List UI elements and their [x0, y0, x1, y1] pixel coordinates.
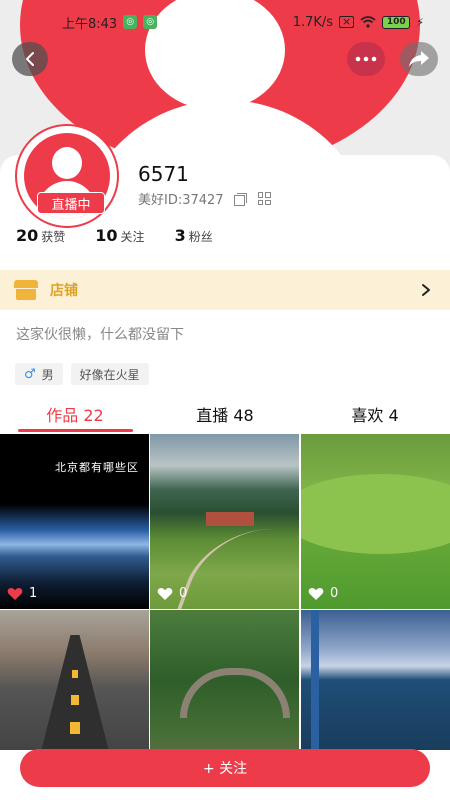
follow-button[interactable]: + 关注 — [20, 749, 430, 787]
tab-likes[interactable]: 喜欢 4 — [300, 398, 450, 434]
bio-text: 这家伙很懒，什么都没留下 — [16, 327, 184, 343]
app-notification-icon: ◎ — [123, 15, 138, 29]
like-count: 1 — [7, 586, 37, 601]
work-thumbnail[interactable]: 0 — [301, 434, 450, 609]
shop-icon — [14, 280, 38, 300]
gender-tag: ♂ 男 — [15, 363, 63, 385]
work-thumbnail[interactable]: 0 — [150, 434, 299, 609]
heart-icon — [7, 587, 23, 600]
stat-label: 获赞 — [41, 230, 66, 244]
more-options-button[interactable] — [347, 42, 385, 76]
tab-live[interactable]: 直播 48 — [150, 398, 300, 434]
heart-icon — [308, 587, 324, 600]
app-notification-icon: ◎ — [143, 15, 158, 29]
user-id-row: 美好ID:37427 — [138, 189, 271, 208]
male-icon: ♂ — [24, 366, 36, 382]
like-count: 0 — [308, 586, 338, 601]
content-tabs: 作品 22 直播 48 喜欢 4 — [0, 398, 450, 434]
likes-stat[interactable]: 20 获赞 — [16, 226, 65, 245]
work-thumbnail[interactable] — [0, 610, 149, 750]
location-tag: 好像在火星 — [70, 363, 149, 385]
network-speed: 1.7K/s — [292, 14, 334, 30]
wifi-icon — [360, 16, 376, 28]
shop-label: 店铺 — [50, 283, 78, 299]
share-icon — [409, 51, 429, 67]
sim-icon: × — [339, 16, 355, 28]
heart-icon — [157, 587, 173, 600]
profile-stats: 20 获赞 10 关注 3 粉丝 — [16, 226, 213, 245]
stat-number: 20 — [16, 226, 39, 245]
charging-icon: ⚡ — [416, 15, 424, 29]
like-number: 0 — [179, 586, 188, 601]
avatar[interactable]: 直播中 — [15, 124, 127, 228]
back-button[interactable] — [12, 42, 48, 76]
work-thumbnail[interactable]: 北京都有哪些区 1 — [0, 434, 149, 609]
works-grid: 北京都有哪些区 1 0 0 — [0, 434, 450, 750]
chevron-left-icon — [26, 52, 34, 66]
qr-code-icon[interactable] — [257, 192, 271, 205]
status-bar: 上午8:43 ◎ ◎ 1.7K/s × 100 ⚡ — [0, 0, 450, 44]
work-thumbnail[interactable] — [150, 610, 299, 750]
tag-label: 好像在火星 — [79, 367, 140, 382]
work-thumbnail[interactable] — [301, 610, 450, 750]
more-dots-icon — [355, 56, 377, 62]
tag-label: 男 — [41, 367, 54, 382]
like-count: 0 — [157, 586, 187, 601]
like-number: 1 — [29, 586, 38, 601]
profile-tags: ♂ 男 好像在火星 — [15, 363, 149, 385]
status-time: 上午8:43 — [62, 16, 118, 32]
copy-icon[interactable] — [233, 192, 248, 206]
like-number: 0 — [330, 586, 339, 601]
stat-number: 3 — [174, 226, 186, 245]
stat-label: 粉丝 — [188, 230, 213, 244]
thumbnail-caption: 北京都有哪些区 — [55, 461, 139, 474]
chevron-right-icon — [416, 280, 436, 300]
share-button[interactable] — [400, 42, 438, 76]
username: 6571 — [138, 162, 189, 186]
stat-number: 10 — [95, 226, 118, 245]
shop-bar[interactable]: 店铺 — [0, 270, 450, 310]
battery-icon: 100 — [382, 15, 411, 29]
live-badge[interactable]: 直播中 — [37, 192, 105, 214]
tab-works[interactable]: 作品 22 — [0, 398, 150, 434]
user-id: 美好ID:37427 — [138, 193, 224, 208]
following-stat[interactable]: 10 关注 — [95, 226, 144, 245]
followers-stat[interactable]: 3 粉丝 — [175, 226, 213, 245]
stat-label: 关注 — [120, 230, 145, 244]
